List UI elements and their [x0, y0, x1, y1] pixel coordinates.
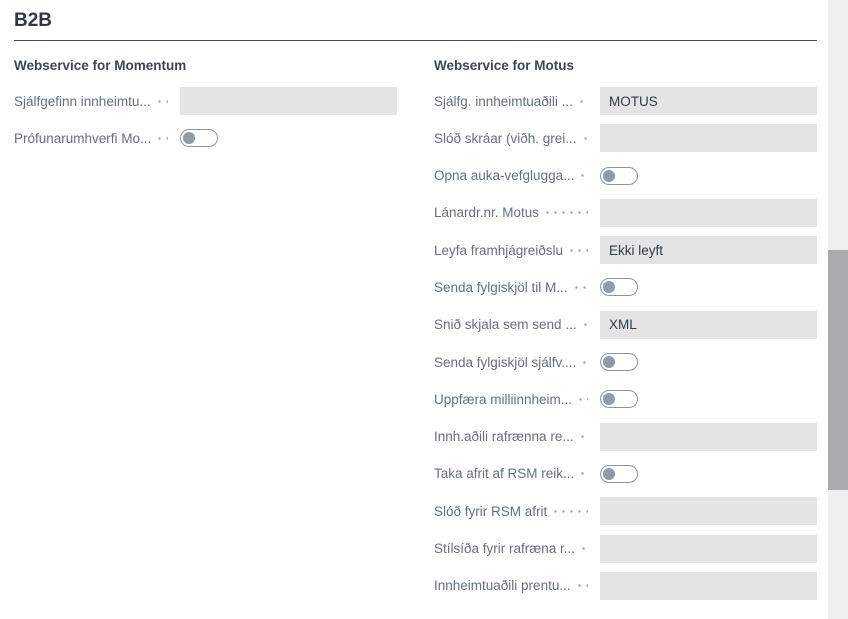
dotted-leader: [579, 385, 588, 413]
field-row: Sjálfgefinn innheimtu...: [14, 87, 397, 115]
toggle-switch[interactable]: [600, 167, 638, 185]
toggle-switch[interactable]: [600, 353, 638, 371]
field-input[interactable]: [600, 572, 817, 600]
field-label-wrap: Innheimtuaðili prentu...: [434, 572, 600, 600]
field-label: Innh.aðili rafrænna re...: [434, 429, 574, 444]
dotted-leader: [575, 273, 588, 301]
dotted-leader: [583, 348, 588, 376]
section-heading: Webservice for Momentum: [14, 58, 397, 74]
field-row: Senda fylgiskjöl til M...: [434, 273, 817, 301]
field-row: Stílsíða fyrir rafræna r...: [434, 535, 817, 563]
section-heading: Webservice for Motus: [434, 58, 817, 74]
toggle-knob: [603, 393, 615, 405]
field-label-wrap: Sjálfg. innheimtuaðili ...: [434, 87, 600, 115]
dotted-leader: [584, 311, 588, 339]
field-label: Slóð fyrir RSM afrit: [434, 504, 547, 519]
section-webservice-momentum: Webservice for Momentum Sjálfgefinn innh…: [14, 58, 397, 609]
field-row: Slóð skráar (viðh. grei...: [434, 124, 817, 152]
field-label-wrap: Innh.aðili rafrænna re...: [434, 423, 600, 451]
field-label: Uppfæra milliinnheim...: [434, 392, 572, 407]
field-label-wrap: Leyfa framhjágreiðslu: [434, 236, 600, 264]
field-label-wrap: Uppfæra milliinnheim...: [434, 385, 600, 413]
dotted-leader: [582, 535, 588, 563]
field-label: Opna auka-vefglugga...: [434, 168, 574, 183]
field-label: Sjálfg. innheimtuaðili ...: [434, 94, 573, 109]
field-label-wrap: Slóð fyrir RSM afrit: [434, 497, 600, 525]
dotted-leader: [578, 572, 588, 600]
field-row: Taka afrit af RSM reik...: [434, 460, 817, 488]
field-row: Opna auka-vefglugga...: [434, 162, 817, 190]
field-label-wrap: Lánardr.nr. Motus: [434, 199, 600, 227]
field-label: Lánardr.nr. Motus: [434, 205, 539, 220]
field-input[interactable]: [600, 423, 817, 451]
field-input[interactable]: [600, 311, 817, 339]
toggle-switch[interactable]: [600, 390, 638, 408]
field-label: Senda fylgiskjöl til M...: [434, 280, 568, 295]
section-webservice-motus: Webservice for Motus Sjálfg. innheimtuað…: [434, 58, 817, 609]
field-input[interactable]: [180, 87, 397, 115]
field-label: Stílsíða fyrir rafræna r...: [434, 541, 575, 556]
field-input[interactable]: [600, 497, 817, 525]
field-row: Leyfa framhjágreiðslu: [434, 236, 817, 264]
field-input[interactable]: [600, 124, 817, 152]
field-label: Taka afrit af RSM reik...: [434, 466, 574, 481]
dotted-leader: [554, 497, 588, 525]
field-label: Sjálfgefinn innheimtu...: [14, 94, 151, 109]
columns: Webservice for Momentum Sjálfgefinn innh…: [14, 58, 817, 609]
toggle-switch[interactable]: [600, 278, 638, 296]
dotted-leader: [581, 162, 588, 190]
field-row: Innh.aðili rafrænna re...: [434, 423, 817, 451]
toggle-knob: [183, 132, 195, 144]
field-label: Prófunarumhverfi Mo...: [14, 131, 151, 146]
dotted-leader: [158, 87, 168, 115]
field-row: Slóð fyrir RSM afrit: [434, 497, 817, 525]
field-label-wrap: Sjálfgefinn innheimtu...: [14, 87, 180, 115]
field-row: Snið skjala sem send ...: [434, 311, 817, 339]
field-label: Senda fylgiskjöl sjálfv....: [434, 355, 576, 370]
field-row: Sjálfg. innheimtuaðili ...: [434, 87, 817, 115]
field-list: Sjálfgefinn innheimtu... Prófunarumhverf…: [14, 87, 397, 152]
field-label: Leyfa framhjágreiðslu: [434, 243, 563, 258]
field-row: Prófunarumhverfi Mo...: [14, 124, 397, 152]
field-input[interactable]: [600, 87, 817, 115]
field-label-wrap: Senda fylgiskjöl til M...: [434, 273, 600, 301]
title-divider: [14, 40, 817, 41]
field-row: Innheimtuaðili prentu...: [434, 572, 817, 600]
dotted-leader: [546, 199, 588, 227]
content-area: B2B Webservice for Momentum Sjálfgefinn …: [14, 0, 817, 609]
field-label: Slóð skráar (viðh. grei...: [434, 131, 577, 146]
field-label-wrap: Taka afrit af RSM reik...: [434, 460, 600, 488]
field-row: Uppfæra milliinnheim...: [434, 385, 817, 413]
field-list: Sjálfg. innheimtuaðili ... Slóð skráar (…: [434, 87, 817, 600]
scrollbar-thumb[interactable]: [828, 250, 848, 490]
toggle-switch[interactable]: [600, 465, 638, 483]
field-label: Snið skjala sem send ...: [434, 317, 577, 332]
dotted-leader: [584, 124, 588, 152]
field-label: Innheimtuaðili prentu...: [434, 578, 571, 593]
page-title: B2B: [14, 10, 817, 32]
field-row: Senda fylgiskjöl sjálfv....: [434, 348, 817, 376]
field-label-wrap: Opna auka-vefglugga...: [434, 162, 600, 190]
dotted-leader: [158, 124, 168, 152]
field-input[interactable]: [600, 535, 817, 563]
scrollbar-track[interactable]: [828, 0, 848, 619]
field-label-wrap: Stílsíða fyrir rafræna r...: [434, 535, 600, 563]
toggle-switch[interactable]: [180, 129, 218, 147]
field-label-wrap: Senda fylgiskjöl sjálfv....: [434, 348, 600, 376]
field-label-wrap: Slóð skráar (viðh. grei...: [434, 124, 600, 152]
page: B2B Webservice for Momentum Sjálfgefinn …: [0, 0, 848, 619]
dotted-leader: [581, 423, 588, 451]
field-label-wrap: Snið skjala sem send ...: [434, 311, 600, 339]
toggle-knob: [603, 468, 615, 480]
toggle-knob: [603, 170, 615, 182]
field-row: Lánardr.nr. Motus: [434, 199, 817, 227]
dotted-leader: [580, 87, 588, 115]
field-input[interactable]: [600, 199, 817, 227]
toggle-knob: [603, 281, 615, 293]
field-input[interactable]: [600, 236, 817, 264]
dotted-leader: [570, 236, 588, 264]
toggle-knob: [603, 356, 615, 368]
field-label-wrap: Prófunarumhverfi Mo...: [14, 124, 180, 152]
dotted-leader: [581, 460, 588, 488]
